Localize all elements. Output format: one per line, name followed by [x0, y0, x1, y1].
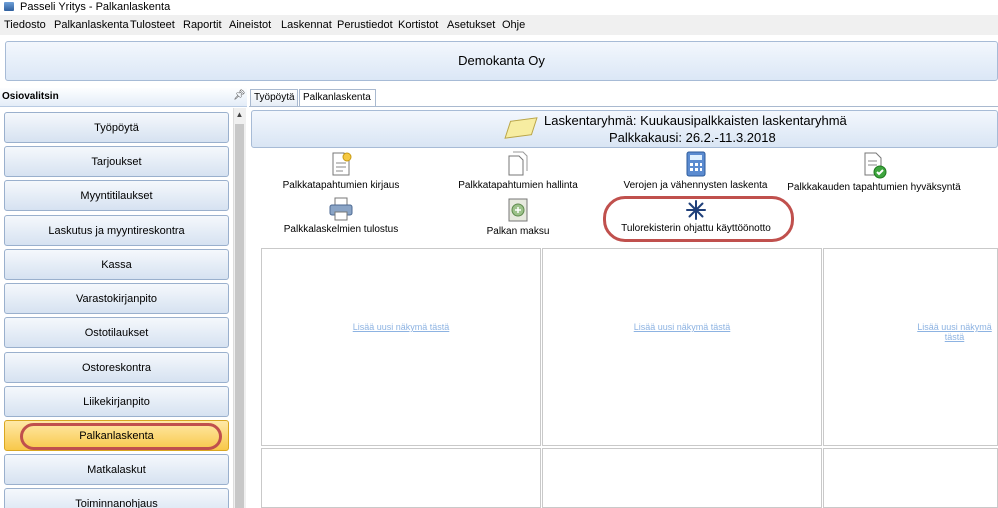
document-star-icon [332, 152, 352, 176]
view-panel: Lisää uusi näkymä tästä [261, 248, 541, 446]
documents-icon [508, 151, 528, 176]
window-title: Passeli Yritys - Palkanlaskenta [20, 1, 171, 13]
action-palkan-maksu[interactable]: Palkan maksu [483, 197, 553, 237]
sidebar-scrollbar-thumb[interactable] [235, 124, 244, 508]
action-verojen-laskenta[interactable]: Verojen ja vähennysten laskenta [623, 151, 768, 191]
sidebar-item-ostotilaukset[interactable]: Ostotilaukset [4, 317, 229, 348]
tab-strip-divider [249, 106, 998, 107]
action-label: Palkkakauden tapahtumien hyväksyntä [787, 182, 961, 193]
action-tapahtumien-hyvaksynta[interactable]: Palkkakauden tapahtumien hyväksyntä [786, 151, 962, 193]
document-check-icon [864, 152, 887, 179]
action-label: Palkkatapahtumien kirjaus [282, 180, 400, 191]
action-label: Tulorekisterin ohjattu käyttöönotto [621, 223, 771, 234]
calculator-icon [686, 151, 705, 177]
menu-bar: Tiedosto Palkanlaskenta Tulosteet Raport… [0, 15, 998, 35]
sidebar-item-kassa[interactable]: Kassa [4, 249, 229, 280]
view-panel [823, 448, 998, 508]
title-bar: Passeli Yritys - Palkanlaskenta [0, 0, 998, 14]
menu-aineistot[interactable]: Aineistot [229, 18, 271, 32]
section-selector-title: Osiovalitsin [2, 91, 59, 102]
menu-perustiedot[interactable]: Perustiedot [337, 18, 393, 32]
sidebar-item-myyntitilaukset[interactable]: Myyntitilaukset [4, 180, 229, 211]
menu-tiedosto[interactable]: Tiedosto [4, 18, 46, 32]
calculation-group-header: Laskentaryhmä: Kuukausipalkkaisten laske… [251, 110, 998, 148]
tab-palkanlaskenta[interactable]: Palkanlaskenta [299, 89, 376, 107]
sidebar-item-tarjoukset[interactable]: Tarjoukset [4, 146, 229, 177]
action-palkkalaskelmien-tulostus[interactable]: Palkkalaskelmien tulostus [283, 197, 399, 235]
sidebar-item-palkanlaskenta[interactable]: Palkanlaskenta [4, 420, 229, 451]
sidebar-item-laskutus[interactable]: Laskutus ja myyntireskontra [4, 215, 229, 246]
add-view-link[interactable]: Lisää uusi näkymä tästä [912, 322, 997, 342]
menu-kortistot[interactable]: Kortistot [398, 18, 438, 32]
sidebar-item-liikekirjanpito[interactable]: Liikekirjanpito [4, 386, 229, 417]
menu-asetukset[interactable]: Asetukset [447, 18, 495, 32]
calculation-group-label: Laskentaryhmä: Kuukausipalkkaisten laske… [544, 113, 847, 128]
menu-laskennat[interactable]: Laskennat [281, 18, 332, 32]
sidebar-item-ostoreskontra[interactable]: Ostoreskontra [4, 352, 229, 383]
view-panel [261, 448, 541, 508]
action-tulorekisterin-kayttoonotto[interactable]: Tulorekisterin ohjattu käyttöönotto [614, 200, 778, 234]
action-palkkatapahtumien-hallinta[interactable]: Palkkatapahtumien hallinta [456, 151, 580, 191]
sidebar-item-tyopoyta[interactable]: Työpöytä [4, 112, 229, 143]
action-label: Palkan maksu [486, 226, 550, 237]
view-panel [542, 448, 822, 508]
printer-icon [329, 197, 353, 221]
menu-ohje[interactable]: Ohje [502, 18, 525, 32]
action-palkkatapahtumien-kirjaus[interactable]: Palkkatapahtumien kirjaus [280, 151, 402, 191]
add-view-link[interactable]: Lisää uusi näkymä tästä [543, 322, 821, 332]
pin-icon[interactable]: 📌︎ [233, 90, 246, 101]
company-banner: Demokanta Oy [5, 41, 998, 81]
menu-raportit[interactable]: Raportit [183, 18, 222, 32]
menu-tulosteet[interactable]: Tulosteet [130, 18, 175, 32]
payment-icon [508, 198, 528, 222]
action-label: Verojen ja vähennysten laskenta [623, 180, 768, 191]
action-label: Palkkalaskelmien tulostus [283, 224, 399, 235]
section-selector-header: Osiovalitsin 📌︎ [0, 88, 247, 107]
note-icon [504, 117, 538, 139]
pay-period-label: Palkkakausi: 26.2.-11.3.2018 [609, 130, 776, 145]
sidebar-item-toiminnanohjaus[interactable]: Toiminnanohjaus [4, 488, 229, 508]
menu-palkanlaskenta[interactable]: Palkanlaskenta [54, 18, 129, 32]
sidebar-item-varastokirjanpito[interactable]: Varastokirjanpito [4, 283, 229, 314]
asterisk-icon [686, 200, 706, 220]
action-label: Palkkatapahtumien hallinta [458, 180, 578, 191]
scroll-up-arrow-icon[interactable]: ▲ [233, 108, 246, 121]
add-view-link[interactable]: Lisää uusi näkymä tästä [262, 322, 540, 332]
sidebar-item-matkalaskut[interactable]: Matkalaskut [4, 454, 229, 485]
view-panel: Lisää uusi näkymä tästä [823, 248, 998, 446]
view-panel: Lisää uusi näkymä tästä [542, 248, 822, 446]
app-icon [4, 2, 14, 11]
tab-tyopoyta[interactable]: Työpöytä [250, 89, 298, 106]
